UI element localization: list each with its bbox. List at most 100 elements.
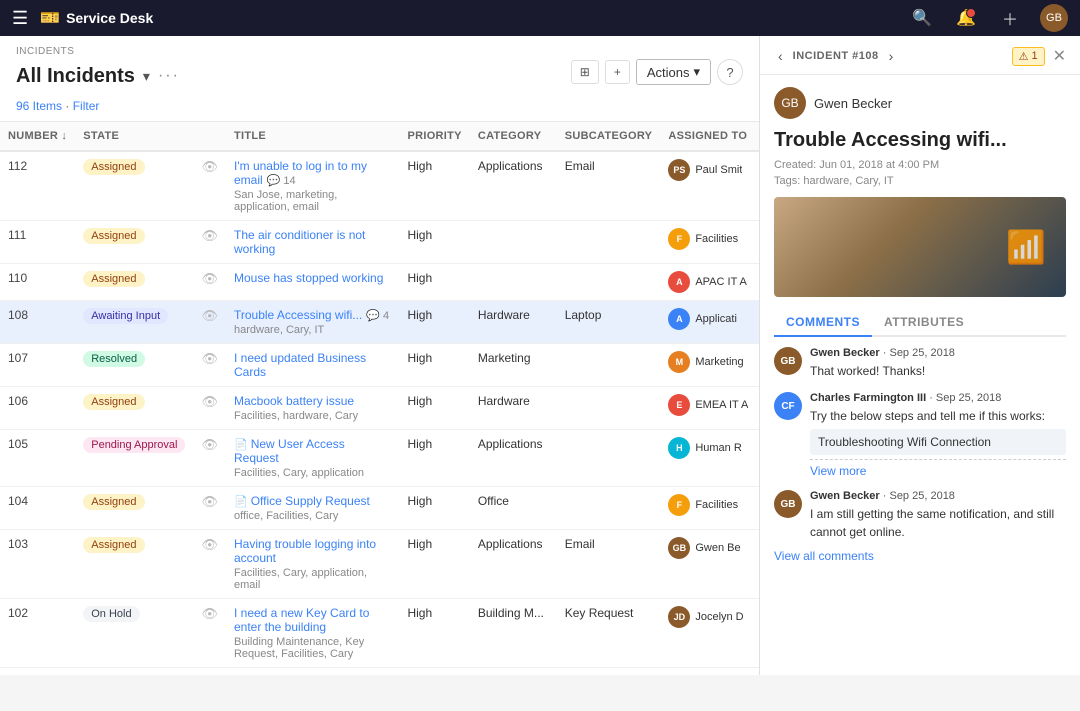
title-row: All Incidents ▾ ··· ⊞ + Actions ▾ ? <box>16 59 743 93</box>
search-icon[interactable]: 🔍 <box>908 4 936 32</box>
incident-title-link[interactable]: New User Access Request <box>234 437 345 465</box>
next-incident-button[interactable]: › <box>885 46 898 66</box>
detail-user-avatar: GB <box>774 87 806 119</box>
eye-icon[interactable]: 👁 <box>201 494 218 509</box>
incident-title-link[interactable]: I need updated Business Cards <box>234 351 366 379</box>
actions-label: Actions <box>647 65 690 80</box>
app-logo: 🎫 Service Desk <box>40 8 153 28</box>
assigned-name: Paul Smit <box>695 164 742 176</box>
incident-title-link[interactable]: Mouse has stopped working <box>234 271 383 285</box>
assigned-avatar: JD <box>668 606 690 628</box>
grid-view-button[interactable]: ⊞ <box>571 60 599 84</box>
eye-icon[interactable]: 👁 <box>201 537 218 552</box>
eye-icon[interactable]: 👁 <box>201 271 218 286</box>
col-state[interactable]: STATE <box>75 122 193 151</box>
assigned-name: Gwen Be <box>695 542 740 554</box>
col-number[interactable]: NUMBER ↓ <box>0 122 75 151</box>
col-priority[interactable]: PRIORITY <box>399 122 469 151</box>
eye-icon[interactable]: 👁 <box>201 351 218 366</box>
incident-subcategory <box>557 487 661 530</box>
table-row[interactable]: 104 Assigned 👁 📄Office Supply Request of… <box>0 487 759 530</box>
eye-icon[interactable]: 👁 <box>201 606 218 621</box>
table-row[interactable]: 112 Assigned 👁 I'm unable to log in to m… <box>0 151 759 221</box>
table-row[interactable]: 102 On Hold 👁 I need a new Key Card to e… <box>0 599 759 668</box>
incident-subcategory <box>557 344 661 387</box>
incident-priority: High <box>399 530 469 599</box>
incident-title-link[interactable]: The air conditioner is not working <box>234 228 365 256</box>
user-avatar[interactable]: GB <box>1040 4 1068 32</box>
comment-text: Try the below steps and tell me if this … <box>810 407 1066 425</box>
incident-category <box>470 221 557 264</box>
prev-incident-button[interactable]: ‹ <box>774 46 787 66</box>
col-assigned[interactable]: ASSIGNED TO <box>660 122 759 151</box>
table-row[interactable]: 107 Resolved 👁 I need updated Business C… <box>0 344 759 387</box>
eye-cell: 👁 <box>193 530 226 599</box>
tab-attributes[interactable]: ATTRIBUTES <box>872 309 976 337</box>
add-icon[interactable]: ＋ <box>996 4 1024 32</box>
table-row[interactable]: 106 Assigned 👁 Macbook battery issue Fac… <box>0 387 759 430</box>
incident-title-link[interactable]: Macbook battery issue <box>234 394 354 408</box>
assigned-avatar: E <box>668 394 690 416</box>
notifications-icon[interactable]: 🔔 <box>952 4 980 32</box>
help-button[interactable]: ? <box>717 59 743 85</box>
col-category[interactable]: CATEGORY <box>470 122 557 151</box>
table-row[interactable]: 105 Pending Approval 👁 📄New User Access … <box>0 430 759 487</box>
table-row[interactable]: 101 Awaiting Input 👁 Can you reset my Sa… <box>0 668 759 676</box>
view-all-comments-link[interactable]: View all comments <box>774 549 1066 563</box>
incident-priority: High <box>399 599 469 668</box>
incidents-menu[interactable]: ··· <box>158 67 180 85</box>
actions-caret-icon: ▾ <box>693 64 700 80</box>
state-badge: Assigned <box>83 494 144 510</box>
incident-number: 110 <box>0 264 75 301</box>
incident-priority: High <box>399 487 469 530</box>
incident-subtitle: hardware, Cary, IT <box>234 324 391 336</box>
incident-title-cell: I need updated Business Cards <box>226 344 399 387</box>
title-caret[interactable]: ▾ <box>143 68 150 85</box>
eye-cell: 👁 <box>193 221 226 264</box>
incident-title-cell: 📄Office Supply Request office, Facilitie… <box>226 487 399 530</box>
incident-assigned: H Human R <box>660 430 759 487</box>
incident-priority: High <box>399 387 469 430</box>
col-title[interactable]: TITLE <box>226 122 399 151</box>
tab-comments[interactable]: COMMENTS <box>774 309 872 337</box>
incident-title-link[interactable]: Office Supply Request <box>251 494 370 508</box>
table-row[interactable]: 111 Assigned 👁 The air conditioner is no… <box>0 221 759 264</box>
eye-icon[interactable]: 👁 <box>201 308 218 323</box>
incident-category: Hardware <box>470 387 557 430</box>
incident-subtitle: Building Maintenance, Key Request, Facil… <box>234 636 391 660</box>
hamburger-menu[interactable]: ☰ <box>12 8 28 29</box>
close-detail-button[interactable]: ✕ <box>1053 46 1066 66</box>
view-more-link[interactable]: View more <box>810 464 1066 478</box>
incident-title-link[interactable]: I need a new Key Card to enter the build… <box>234 606 369 634</box>
table-row[interactable]: 103 Assigned 👁 Having trouble logging in… <box>0 530 759 599</box>
incident-title-cell: Macbook battery issue Facilities, hardwa… <box>226 387 399 430</box>
incident-title-link[interactable]: Having trouble logging into account <box>234 537 376 565</box>
assigned-name: Applicati <box>695 313 737 325</box>
actions-button[interactable]: Actions ▾ <box>636 59 711 85</box>
incidents-panel: INCIDENTS All Incidents ▾ ··· ⊞ + Action… <box>0 36 760 675</box>
eye-icon[interactable]: 👁 <box>201 228 218 243</box>
table-row[interactable]: 108 Awaiting Input 👁 Trouble Accessing w… <box>0 301 759 344</box>
incident-subcategory: Email <box>557 530 661 599</box>
incident-category: Applications <box>470 430 557 487</box>
incident-state: Assigned <box>75 487 193 530</box>
incident-category: Marketing <box>470 344 557 387</box>
eye-icon[interactable]: 👁 <box>201 159 218 174</box>
add-incident-button[interactable]: + <box>605 60 630 84</box>
state-badge: Assigned <box>83 228 144 244</box>
incident-title-link[interactable]: Trouble Accessing wifi... <box>234 308 362 322</box>
incident-subcategory <box>557 387 661 430</box>
table-row[interactable]: 110 Assigned 👁 Mouse has stopped working… <box>0 264 759 301</box>
eye-cell: 👁 <box>193 668 226 676</box>
state-badge: Awaiting Input <box>83 308 168 324</box>
comment-avatar: CF <box>774 392 802 420</box>
col-subcategory[interactable]: SUBCATEGORY <box>557 122 661 151</box>
eye-icon[interactable]: 👁 <box>201 394 218 409</box>
incident-subcategory: Key Request <box>557 599 661 668</box>
incident-title-link[interactable]: I'm unable to log in to my email <box>234 159 367 187</box>
filter-link[interactable]: Filter <box>73 99 100 113</box>
eye-icon[interactable]: 👁 <box>201 437 218 452</box>
comment-divider <box>810 459 1066 460</box>
incident-number: 112 <box>0 151 75 221</box>
incident-assigned: E EMEA IT A <box>660 387 759 430</box>
